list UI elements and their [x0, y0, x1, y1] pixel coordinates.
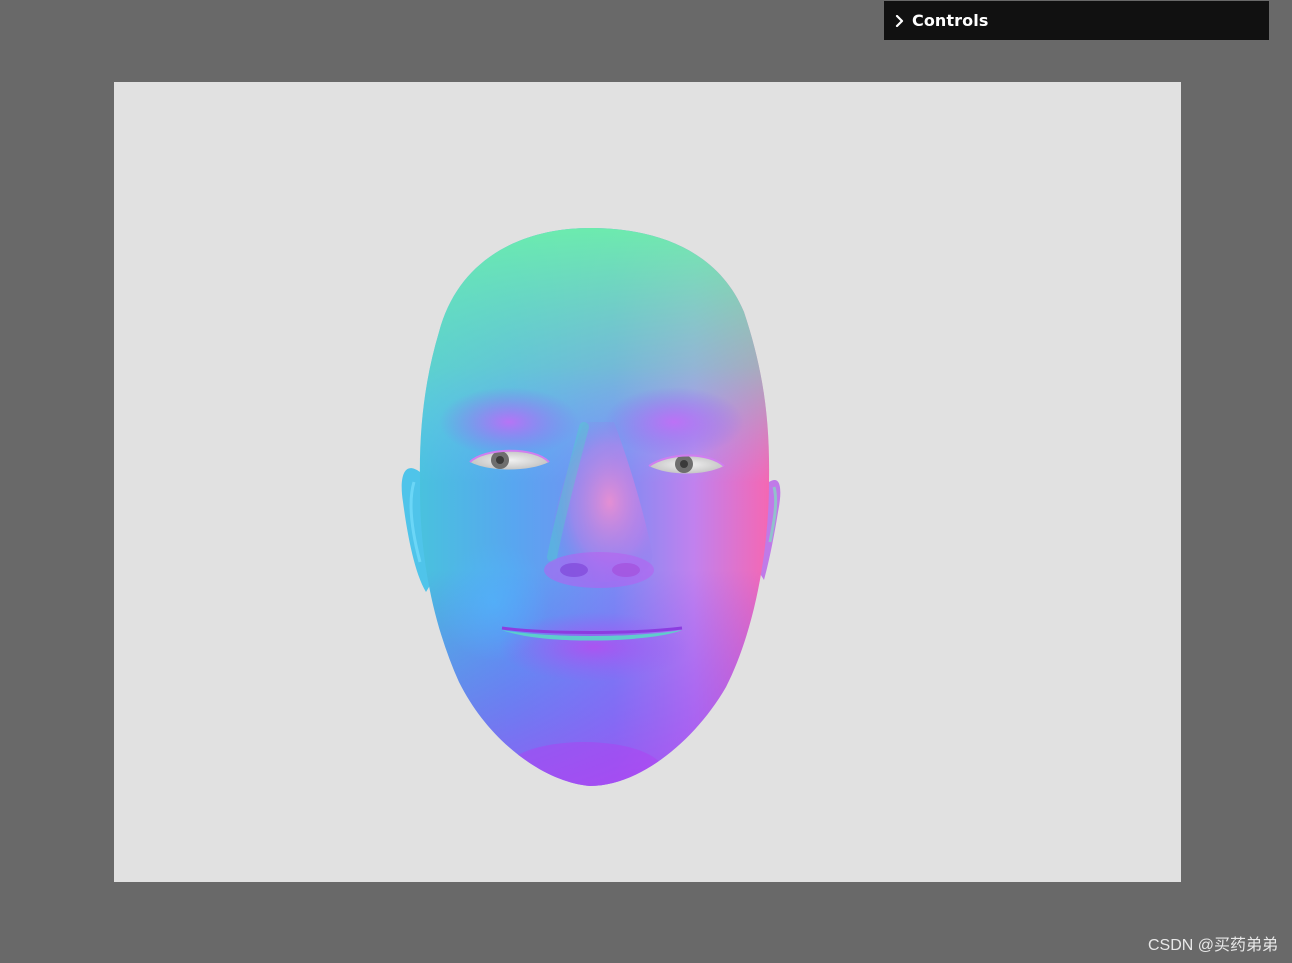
watermark: CSDN @买药弟弟: [1147, 937, 1278, 954]
webgl-canvas[interactable]: [114, 82, 1181, 882]
page: Controls CSDN @买药弟弟: [0, 0, 1292, 963]
head-model: [401, 228, 781, 786]
controls-toggle[interactable]: Controls: [884, 1, 1269, 40]
controls-label: Controls: [912, 11, 989, 30]
chevron-right-icon: [892, 13, 908, 29]
